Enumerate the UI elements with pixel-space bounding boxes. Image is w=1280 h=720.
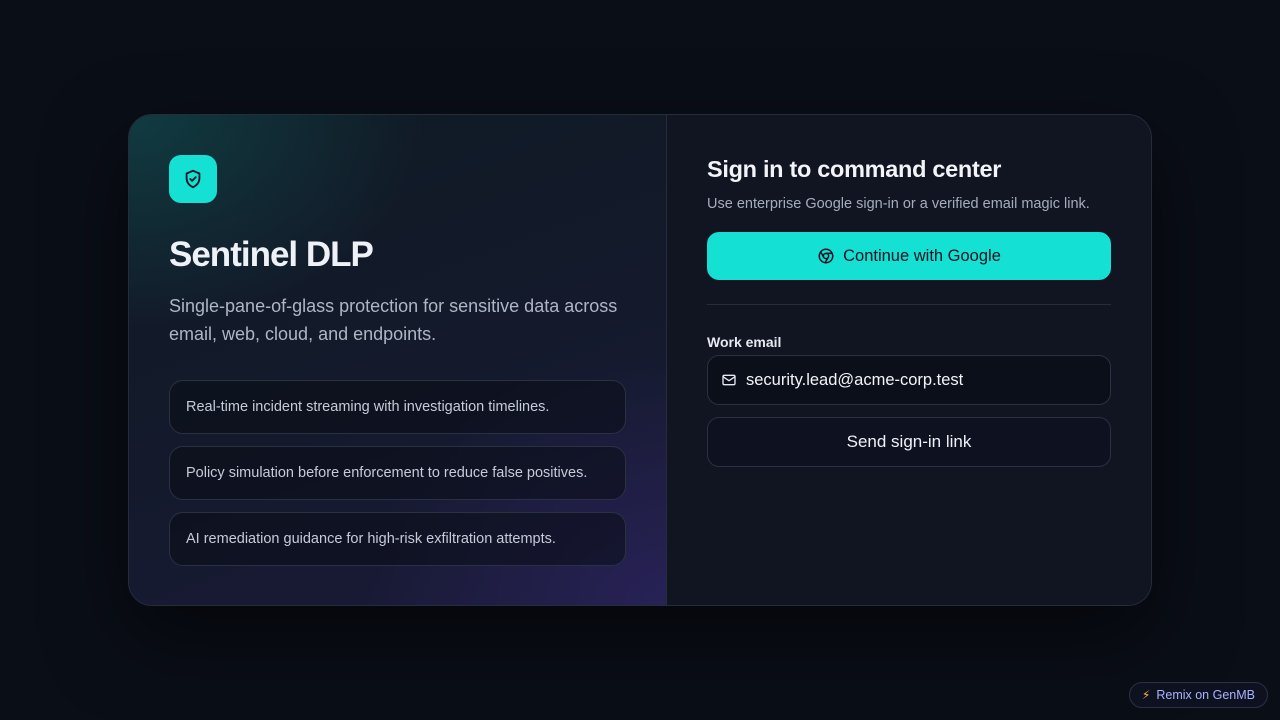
feature-list: Real-time incident streaming with invest… (169, 379, 626, 566)
brand-title: Sentinel DLP (169, 235, 374, 274)
email-label: Work email (707, 334, 782, 350)
signin-subtitle: Use enterprise Google sign-in or a verif… (707, 196, 1090, 212)
google-signin-button[interactable]: Continue with Google (707, 232, 1111, 280)
remix-label: Remix on GenMB (1156, 688, 1255, 702)
brand-logo (169, 155, 217, 203)
shield-check-icon (185, 169, 201, 189)
email-field[interactable] (707, 355, 1111, 405)
signin-title: Sign in to command center (707, 156, 1002, 182)
feature-item: AI remediation guidance for high-risk ex… (169, 511, 626, 566)
signin-panel: Sign in to command center Use enterprise… (667, 115, 1151, 605)
bolt-icon: ⚡ (1141, 688, 1151, 702)
divider (707, 304, 1111, 305)
page: Sentinel DLP Single-pane-of-glass protec… (0, 0, 1280, 720)
brand-tagline: Single-pane-of-glass protection for sens… (169, 295, 618, 344)
google-signin-label: Continue with Google (843, 246, 1001, 265)
brand-panel: Sentinel DLP Single-pane-of-glass protec… (129, 115, 667, 605)
chrome-icon (818, 248, 834, 264)
send-link-button[interactable]: Send sign-in link (707, 417, 1111, 467)
auth-card: Sentinel DLP Single-pane-of-glass protec… (128, 114, 1152, 606)
feature-item: Real-time incident streaming with invest… (169, 379, 626, 434)
remix-badge[interactable]: ⚡ Remix on GenMB (1128, 682, 1268, 708)
feature-item: Policy simulation before enforcement to … (169, 445, 626, 500)
mail-icon (722, 374, 736, 386)
email-input[interactable] (746, 370, 1097, 390)
